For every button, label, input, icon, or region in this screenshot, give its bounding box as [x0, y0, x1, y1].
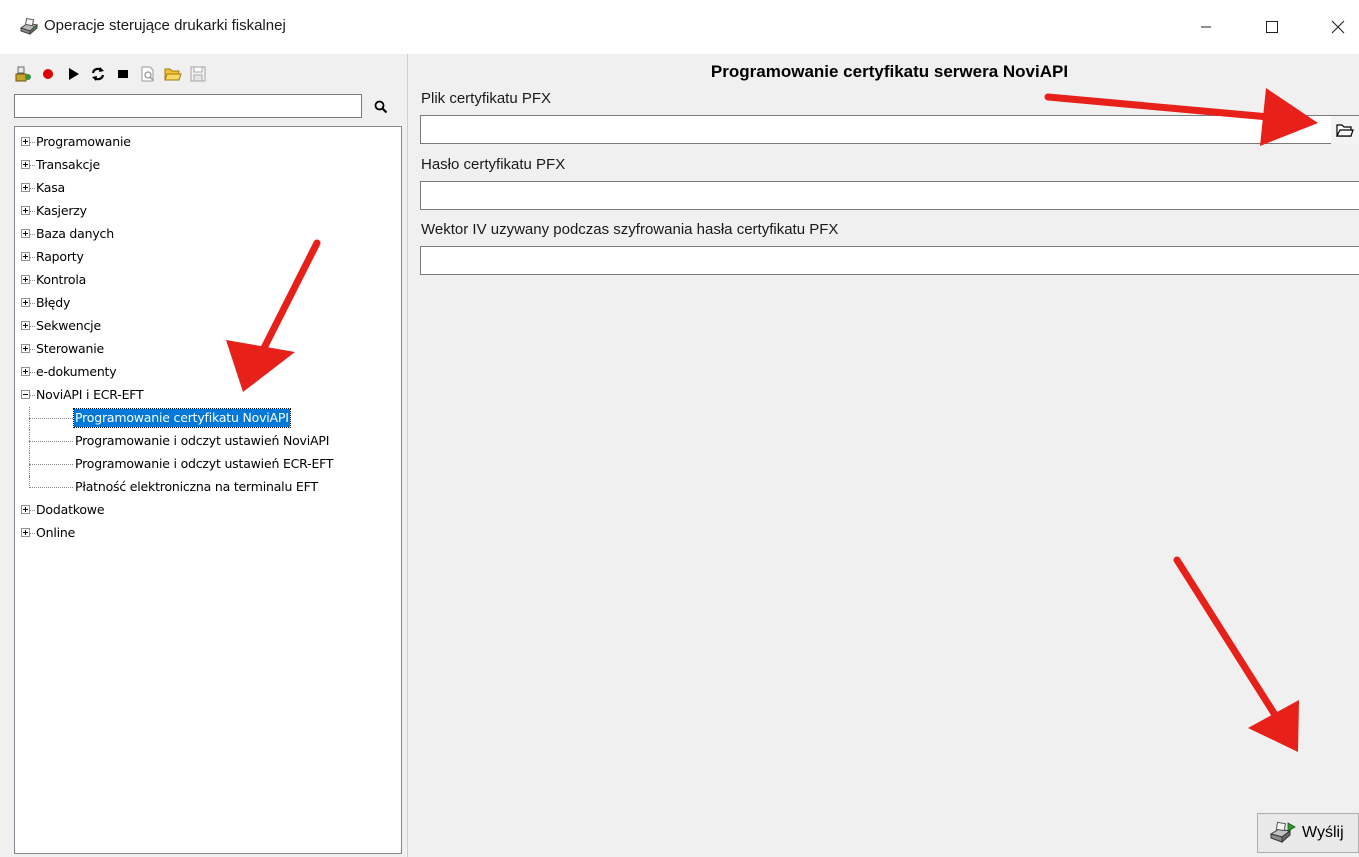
expand-icon[interactable] — [21, 321, 30, 330]
tree-item-label: Kasjerzy — [36, 203, 87, 218]
tree-item-label: Sterowanie — [36, 341, 105, 356]
run-all-button[interactable] — [14, 65, 32, 83]
tree-item-programowanie-certyfikatu-noviapi[interactable]: Programowanie certyfikatu NoviAPI — [15, 407, 401, 430]
play-button[interactable] — [64, 65, 82, 83]
panel-title: Programowanie certyfikatu serwera NoviAP… — [710, 62, 1069, 81]
stop-icon — [118, 70, 128, 78]
tree-item-label: Programowanie i odczyt ustawień ECR-EFT — [75, 456, 334, 471]
tree-item-label: Programowanie i odczyt ustawień NoviAPI — [75, 433, 330, 448]
iv-vector-label: Wektor IV uzywany podczas szyfrowania ha… — [421, 221, 839, 238]
preview-button[interactable] — [139, 65, 157, 83]
tree-item-sekwencje[interactable]: Sekwencje — [15, 315, 401, 338]
tree-item-label: NoviAPI i ECR-EFT — [36, 387, 144, 402]
minimize-button[interactable] — [1183, 0, 1229, 54]
tree-item-label: Transakcje — [36, 157, 100, 172]
tree-item-programowanie-ustawien-ecr-eft[interactable]: Programowanie i odczyt ustawień ECR-EFT — [15, 453, 401, 476]
stop-button[interactable] — [114, 65, 132, 83]
close-button[interactable] — [1315, 0, 1359, 54]
preview-icon — [141, 66, 154, 82]
tree-item-programowanie-ustawien-noviapi[interactable]: Programowanie i odczyt ustawień NoviAPI — [15, 430, 401, 453]
expand-icon[interactable] — [21, 528, 30, 537]
tree-item-label: Kontrola — [36, 272, 87, 287]
expand-icon[interactable] — [21, 229, 30, 238]
minimize-icon — [1201, 26, 1211, 28]
maximize-icon — [1266, 21, 1278, 33]
play-icon — [69, 68, 79, 80]
tree-item-label: e-dokumenty — [36, 364, 117, 379]
browse-file-button[interactable] — [1331, 116, 1359, 144]
tree-item-kasjerzy[interactable]: Kasjerzy — [15, 200, 401, 223]
tree-item-label: Raporty — [36, 249, 84, 264]
navigation-tree: Programowanie Transakcje Kasa Kasjerzy B… — [14, 126, 402, 854]
search-input[interactable] — [14, 94, 362, 118]
title-bar: Operacje sterujące drukarki fiskalnej — [0, 0, 1359, 54]
window-title: Operacje sterujące drukarki fiskalnej — [44, 17, 286, 34]
open-folder-icon — [164, 68, 182, 81]
tree-item-raporty[interactable]: Raporty — [15, 246, 401, 269]
tree-item-label: Płatność elektroniczna na terminalu EFT — [75, 479, 318, 494]
pfx-password-label: Hasło certyfikatu PFX — [421, 156, 566, 173]
send-printer-icon — [1269, 821, 1296, 844]
record-icon — [43, 69, 53, 79]
close-icon — [1331, 20, 1345, 34]
open-folder-icon — [1336, 124, 1354, 137]
save-button[interactable] — [189, 65, 207, 83]
expand-icon[interactable] — [21, 206, 30, 215]
printer-app-icon — [18, 16, 40, 38]
expand-icon[interactable] — [21, 160, 30, 169]
tree-item-label: Programowanie — [36, 134, 131, 149]
tree-item-transakcje[interactable]: Transakcje — [15, 154, 401, 177]
expand-icon[interactable] — [21, 367, 30, 376]
tree-item-e-dokumenty[interactable]: e-dokumenty — [15, 361, 401, 384]
tree-item-bledy[interactable]: Błędy — [15, 292, 401, 315]
tree-item-label: Błędy — [36, 295, 71, 310]
run-all-icon — [15, 66, 31, 82]
iv-vector-input[interactable] — [420, 246, 1359, 275]
tree-item-noviapi-ecr-eft[interactable]: NoviAPI i ECR-EFT — [15, 384, 401, 407]
pfx-file-label: Plik certyfikatu PFX — [421, 90, 552, 107]
search-icon — [374, 100, 388, 114]
collapse-icon[interactable] — [21, 390, 30, 399]
pfx-file-input[interactable] — [420, 115, 1359, 144]
tree-item-kontrola[interactable]: Kontrola — [15, 269, 401, 292]
tree-item-label: Dodatkowe — [36, 502, 105, 517]
send-label: Wyślij — [1302, 824, 1344, 841]
arrow-to-send-button — [1173, 556, 1299, 752]
expand-icon[interactable] — [21, 183, 30, 192]
expand-icon[interactable] — [21, 137, 30, 146]
tree-item-label: Sekwencje — [36, 318, 101, 333]
tree-item-platnosc-elektroniczna-eft[interactable]: Płatność elektroniczna na terminalu EFT — [15, 476, 401, 499]
tree-item-kasa[interactable]: Kasa — [15, 177, 401, 200]
save-icon — [190, 66, 206, 82]
tree-item-baza-danych[interactable]: Baza danych — [15, 223, 401, 246]
open-folder-button[interactable] — [164, 65, 182, 83]
tree-item-dodatkowe[interactable]: Dodatkowe — [15, 499, 401, 522]
left-pane: Programowanie Transakcje Kasa Kasjerzy B… — [0, 54, 408, 857]
expand-icon[interactable] — [21, 298, 30, 307]
expand-icon[interactable] — [21, 344, 30, 353]
toolbar — [14, 62, 207, 86]
search-button[interactable] — [370, 96, 392, 118]
tree-item-label: Online — [36, 525, 76, 540]
send-button[interactable]: Wyślij — [1257, 813, 1359, 853]
tree-item-sterowanie[interactable]: Sterowanie — [15, 338, 401, 361]
tree-item-programowanie[interactable]: Programowanie — [15, 131, 401, 154]
record-button[interactable] — [39, 65, 57, 83]
maximize-button[interactable] — [1249, 0, 1295, 54]
expand-icon[interactable] — [21, 252, 30, 261]
expand-icon[interactable] — [21, 275, 30, 284]
loop-icon — [91, 67, 105, 81]
loop-button[interactable] — [89, 65, 107, 83]
pfx-password-input[interactable] — [420, 181, 1359, 210]
tree-item-label-selected: Programowanie certyfikatu NoviAPI — [73, 408, 291, 428]
tree-list: Programowanie Transakcje Kasa Kasjerzy B… — [15, 131, 401, 545]
expand-icon[interactable] — [21, 505, 30, 514]
tree-item-label: Kasa — [36, 180, 66, 195]
tree-item-label: Baza danych — [36, 226, 114, 241]
tree-item-online[interactable]: Online — [15, 522, 401, 545]
